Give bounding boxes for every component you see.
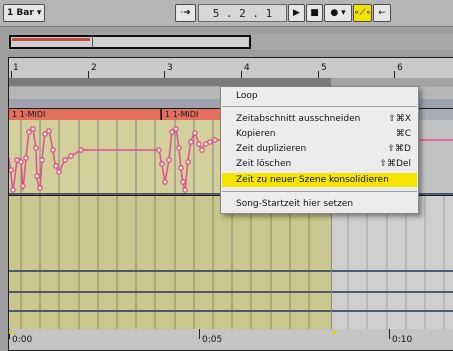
midi-clip-header[interactable]: 1 1-MIDI <box>9 109 161 120</box>
quantize-dropdown[interactable]: 1 Bar ▾ <box>3 4 45 22</box>
ruler-tick <box>241 71 242 78</box>
draw-mode-icon: ∘⟋∘ <box>353 8 372 18</box>
menu-item-set-song-start[interactable]: Song-Startzeit hier setzen <box>222 197 417 211</box>
start-marker <box>9 329 14 334</box>
ruler-tick <box>164 71 165 78</box>
time-label: 0:10 <box>392 335 413 345</box>
play-button[interactable]: ▶ <box>288 4 305 22</box>
play-icon: ▶ <box>293 8 300 18</box>
menu-item-label: Zeit duplizieren <box>236 144 307 154</box>
menu-item-copy[interactable]: Kopieren ⌘C <box>222 127 417 141</box>
menu-item-label: Zeit zu neuer Szene konsolidieren <box>236 175 389 185</box>
menu-item-delete-time[interactable]: Zeit löschen ⇧⌘Del <box>222 157 417 171</box>
record-icon: ● ▾ <box>330 8 346 18</box>
beat-time-ruler[interactable]: 1 2 3 4 5 6 <box>9 58 453 78</box>
ruler-tick <box>11 71 12 78</box>
shortcut-label: ⌘C <box>395 129 411 139</box>
shortcut-label: ⇧⌘Del <box>379 159 411 169</box>
overview-divider <box>92 36 93 48</box>
bar-number: 5 <box>321 63 327 73</box>
menu-item-label: Kopieren <box>236 129 276 139</box>
menu-item-label: Zeit löschen <box>236 159 292 169</box>
context-menu: Loop Zeitabschnitt ausschneiden ⇧⌘X Kopie… <box>220 86 419 214</box>
shortcut-label: ⇧⌘X <box>388 114 411 124</box>
stop-button[interactable]: ■ <box>306 4 323 22</box>
loop-start-marker[interactable] <box>9 78 15 86</box>
track-separator <box>9 310 453 312</box>
menu-item-label: Song-Startzeit hier setzen <box>236 199 354 209</box>
follow-icon: ·➜ <box>180 8 191 18</box>
bar-number: 4 <box>244 63 250 73</box>
back-arrow-icon: ← <box>378 8 386 18</box>
menu-item-loop[interactable]: Loop <box>222 89 417 103</box>
ruler-tick <box>394 71 395 78</box>
menu-item-label: Loop <box>236 91 258 101</box>
menu-item-cut-time[interactable]: Zeitabschnitt ausschneiden ⇧⌘X <box>222 112 417 126</box>
menu-separator <box>222 106 417 107</box>
loop-brace[interactable] <box>9 78 331 86</box>
back-to-arrangement-button[interactable]: ← <box>373 4 391 22</box>
draw-mode-button[interactable]: ∘⟋∘ <box>353 4 372 22</box>
time-ruler[interactable] <box>9 329 453 350</box>
overview-clip-marker <box>12 38 90 41</box>
menu-item-consolidate-to-scene[interactable]: Zeit zu neuer Szene konsolidieren <box>222 173 417 187</box>
track-separator <box>9 270 453 272</box>
record-button[interactable]: ● ▾ <box>324 4 352 22</box>
song-position-field[interactable]: 5 . 2 . 1 <box>198 4 287 22</box>
menu-separator <box>222 191 417 192</box>
bar-number: 3 <box>167 63 173 73</box>
end-marker <box>331 329 336 334</box>
shortcut-label: ⇧⌘D <box>387 144 411 154</box>
track-separator <box>9 291 453 293</box>
stop-icon: ■ <box>310 8 319 18</box>
ruler-tick <box>389 329 390 339</box>
time-label: 0:05 <box>202 335 223 345</box>
loop-end-marker[interactable] <box>322 78 331 86</box>
ruler-tick <box>318 71 319 78</box>
menu-item-label: Zeitabschnitt ausschneiden <box>236 114 361 124</box>
ruler-tick <box>88 71 89 78</box>
follow-button[interactable]: ·➜ <box>175 4 196 22</box>
bar-number: 6 <box>397 63 403 73</box>
bar-number: 1 <box>13 63 19 73</box>
clip-title: 1 1-MIDI <box>12 110 46 119</box>
ruler-tick <box>199 329 200 339</box>
time-label: 0:00 <box>12 335 33 345</box>
menu-item-duplicate-time[interactable]: Zeit duplizieren ⇧⌘D <box>222 142 417 156</box>
bar-number: 2 <box>91 63 97 73</box>
transport-bar: 1 Bar ▾ ·➜ 5 . 2 . 1 ▶ ■ ● ▾ ∘⟋∘ ← <box>0 0 453 27</box>
